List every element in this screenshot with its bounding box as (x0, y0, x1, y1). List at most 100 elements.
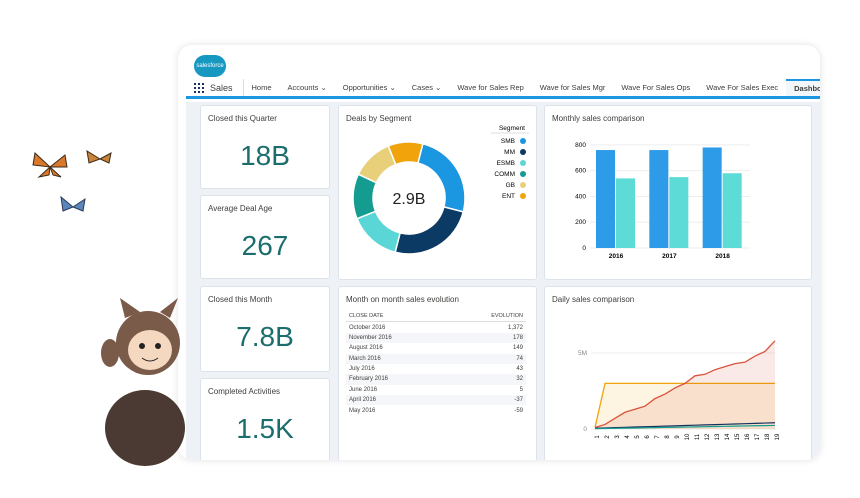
butterfly-icon (60, 195, 86, 212)
nav-bar: Sales Home Accounts ⌄ Opportunities ⌄ Cases… (186, 79, 820, 99)
legend-swatch (520, 160, 526, 166)
donut-center-label: 2.9B (393, 191, 426, 208)
x-tick-label: 12 (705, 433, 711, 440)
x-tick-label: 10 (685, 433, 691, 440)
legend-swatch (520, 193, 526, 199)
kpi-title: Completed Activities (208, 387, 281, 396)
x-tick-label: 1 (595, 435, 601, 439)
x-tick-label: 7 (655, 435, 661, 439)
sales-evolution-tile[interactable]: Month on month sales evolution CLOSE DAT… (338, 286, 537, 460)
app-launcher[interactable]: Sales (186, 79, 244, 96)
table-cell: March 2016 (346, 353, 448, 364)
nav-tab[interactable]: Wave for Sales Mgr (532, 79, 614, 96)
y-tick-label: 800 (575, 142, 586, 149)
bar (702, 147, 722, 248)
table-row: February 2016 32 (346, 374, 526, 385)
table-cell: 5 (519, 386, 523, 393)
bar (616, 178, 635, 248)
table-row: May 2016 -59 (346, 405, 526, 415)
legend-label: COMM (494, 171, 515, 178)
y-tick-label: 400 (575, 193, 586, 200)
table-cell: 149 (512, 345, 523, 352)
app-name: Sales (210, 82, 233, 93)
table-cell: -59 (514, 407, 523, 414)
y-tick-label: 0 (583, 426, 587, 433)
x-tick-label: 13 (715, 433, 721, 440)
y-tick-label: 5M (578, 350, 587, 357)
nav-tab[interactable]: Home (244, 79, 280, 96)
table-cell: 74 (447, 353, 526, 364)
legend-label: MM (504, 149, 515, 156)
salesforce-logo: salesforce (194, 55, 226, 77)
table-row: August 2016 149 (346, 343, 526, 353)
x-tick-label: 16 (745, 433, 751, 440)
legend-swatch (520, 171, 526, 177)
nav-tab[interactable]: Opportunities ⌄ (335, 79, 404, 96)
chart-title: Month on month sales evolution (346, 295, 459, 304)
y-tick-label: 0 (582, 245, 586, 252)
table-cell: -37 (447, 395, 526, 406)
donut-slice (394, 205, 465, 255)
butterflies-decoration (32, 149, 112, 212)
x-tick-label: 4 (625, 435, 631, 439)
x-tick-label: 11 (695, 433, 701, 440)
table-cell: April 2016 (346, 395, 448, 406)
nav-tab[interactable]: Wave For Sales Exec (698, 79, 786, 96)
dashboard-content: Closed this Quarter 18B Average Deal Age 2… (186, 102, 820, 460)
x-tick-label: 9 (675, 435, 681, 439)
kpi-tile[interactable]: Closed this Month 7.8B (200, 286, 330, 372)
nav-tab[interactable]: Wave for Sales Rep (449, 79, 531, 96)
nav-tab[interactable]: Cases ⌄ (404, 79, 450, 96)
kpi-value: 1.5K (236, 413, 294, 444)
deals-by-segment-tile[interactable]: Deals by Segment 2.9B Segment SMB MM ESMB COM… (338, 105, 537, 280)
evolution-table: CLOSE DATE EVOLUTION October 2016 1,372 Nove… (346, 311, 526, 416)
table-cell: 1,372 (507, 324, 523, 331)
x-tick-label: 19 (775, 433, 781, 440)
bar (669, 177, 689, 248)
x-tick-label: 8 (665, 435, 671, 439)
x-tick-label: 14 (725, 433, 731, 440)
table-cell: July 2016 (349, 366, 375, 373)
column-header: EVOLUTION (447, 311, 526, 323)
monthly-sales-tile[interactable]: Monthly sales comparison 0 200 400 600 800 20… (544, 105, 812, 280)
table-cell: November 2016 (346, 332, 448, 344)
x-tick-label: 2 (605, 435, 611, 439)
x-tick-label: 17 (755, 433, 761, 440)
app-grid-icon (194, 82, 204, 93)
donut-chart: 2.9B Segment SMB MM ESMB COMM GB ENT (352, 125, 529, 255)
x-tick-label: 5 (635, 435, 641, 439)
mascot-character (101, 298, 185, 466)
kpi-tile[interactable]: Closed this Quarter 18B (200, 105, 330, 189)
bar (649, 150, 669, 248)
butterfly-icon (86, 149, 112, 164)
kpi-tile[interactable]: Completed Activities 1.5K (200, 378, 330, 460)
kpi-tile[interactable]: Average Deal Age 267 (200, 195, 330, 279)
legend-swatch (520, 149, 526, 155)
x-tick-label: 2018 (715, 253, 730, 260)
table-row: June 2016 5 (346, 385, 526, 395)
bar-chart: 0 200 400 600 800 2016 2017 2018 (575, 142, 750, 260)
y-tick-label: 600 (575, 168, 586, 175)
legend-label: GB (506, 182, 515, 189)
table-cell: February 2016 (346, 374, 448, 385)
legend-title: Segment (499, 125, 525, 132)
table-cell: 43 (516, 366, 523, 373)
table-cell: June 2016 (349, 386, 378, 393)
x-tick-label: 15 (735, 433, 741, 440)
x-tick-label: 2017 (662, 253, 677, 260)
nav-tab[interactable]: Accounts ⌄ (280, 79, 335, 96)
kpi-value: 18B (240, 140, 290, 171)
butterfly-icon (32, 151, 68, 178)
table-row: March 2016 74 (346, 353, 526, 364)
table-cell: October 2016 (349, 324, 386, 331)
table-row: November 2016 178 (346, 332, 526, 344)
table-cell: 32 (447, 374, 526, 385)
table-cell: 178 (447, 332, 526, 344)
nav-tab[interactable]: Wave For Sales Ops (613, 79, 698, 96)
kpi-title: Closed this Quarter (208, 114, 277, 123)
nav-tab[interactable]: Dashboards ⌄ (786, 79, 820, 96)
table-cell: August 2016 (349, 345, 383, 352)
daily-sales-tile[interactable]: Daily sales comparison 0 5M 1 2 3 4 5 6 7 8 9 10 11 1… (544, 286, 812, 460)
legend-swatch (520, 182, 526, 188)
bar (596, 150, 615, 248)
